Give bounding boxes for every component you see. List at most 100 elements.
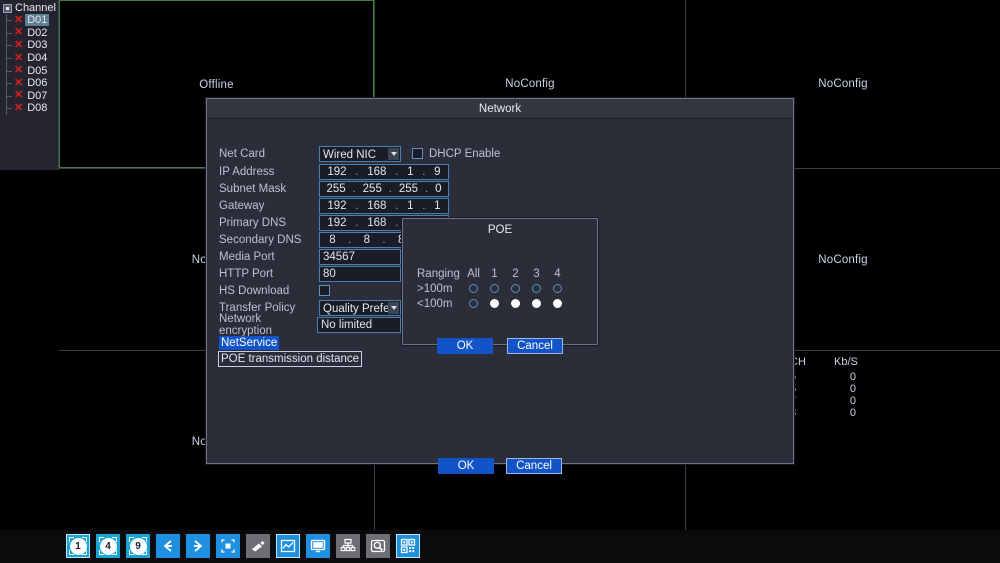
network-encryption-value: No limited	[321, 319, 372, 331]
channel-item-d03[interactable]: ✕D03	[2, 39, 58, 52]
prev-page-button[interactable]	[156, 534, 180, 558]
channel-item-d07[interactable]: ✕D07	[2, 90, 58, 103]
poe-ok-button[interactable]: OK	[437, 338, 493, 354]
bandwidth-rate: 0	[834, 371, 856, 383]
poe-radio-cell[interactable]	[463, 284, 484, 293]
channel-item-label: D04	[25, 52, 49, 64]
radio-button-icon[interactable]	[553, 299, 562, 308]
dhcp-enable-label: DHCP Enable	[429, 148, 500, 160]
network-tree-button[interactable]	[336, 534, 360, 558]
next-page-button[interactable]	[186, 534, 210, 558]
radio-button-icon[interactable]	[532, 284, 541, 293]
http-port-input[interactable]: 80	[319, 266, 401, 282]
channel-disconnected-icon: ✕	[14, 15, 23, 26]
ip-octet-3: 1	[407, 165, 413, 179]
channel-item-d08[interactable]: ✕D08	[2, 102, 58, 115]
network-cancel-button[interactable]: Cancel	[506, 458, 562, 474]
channel-item-d01[interactable]: ✕D01	[2, 14, 58, 27]
poe-cancel-button[interactable]: Cancel	[507, 338, 563, 354]
view-9-button[interactable]: 9	[126, 534, 150, 558]
view-corner-bracket	[82, 537, 87, 542]
network-encryption-input[interactable]: No limited	[317, 317, 401, 333]
ip-octet-2: 168	[367, 165, 386, 179]
bandwidth-col-rate: Kb/S	[834, 356, 856, 368]
poe-transmission-distance-link[interactable]: POE transmission distance	[218, 351, 362, 367]
gateway-input[interactable]: 192. 168. 1. 1	[319, 198, 449, 214]
transfer-policy-value: Quality Prefe	[323, 303, 389, 315]
media-port-label: Media Port	[219, 251, 319, 263]
net-card-select[interactable]: Wired NIC	[319, 146, 401, 162]
ip-dot: .	[422, 199, 425, 213]
poe-radio-cell[interactable]	[484, 299, 505, 308]
hs-download-checkbox[interactable]	[319, 285, 330, 296]
subnet-mask-row: Subnet Mask 255. 255. 255. 0	[219, 180, 449, 197]
bandwidth-table-header: CH Kb/S	[790, 356, 856, 368]
channel-disconnected-icon: ✕	[14, 103, 23, 114]
poe-radio-cell[interactable]	[547, 299, 568, 308]
channel-item-label: D02	[25, 27, 49, 39]
tree-tick	[6, 33, 12, 34]
media-port-input[interactable]: 34567	[319, 249, 401, 265]
channel-item-d02[interactable]: ✕D02	[2, 27, 58, 40]
disk-search-button[interactable]	[366, 534, 390, 558]
radio-button-icon[interactable]	[511, 299, 520, 308]
radio-button-icon[interactable]	[553, 284, 562, 293]
subnet-mask-input[interactable]: 255. 255. 255. 0	[319, 181, 449, 197]
qrcode-button[interactable]	[396, 534, 420, 558]
radio-button-icon[interactable]	[511, 284, 520, 293]
camera-ptz-button[interactable]	[246, 534, 270, 558]
ip-address-row: IP Address 192. 168. 1. 9	[219, 163, 449, 180]
poe-radio-cell[interactable]	[526, 284, 547, 293]
poe-radio-cell[interactable]	[526, 299, 547, 308]
pdns-octet-1: 192	[327, 216, 346, 230]
poe-radio-cell[interactable]	[484, 284, 505, 293]
tree-tick	[6, 20, 12, 21]
display-button[interactable]	[306, 534, 330, 558]
poe-radio-cell[interactable]	[463, 299, 484, 308]
channel-item-d05[interactable]: ✕D05	[2, 64, 58, 77]
ip-address-input[interactable]: 192. 168. 1. 9	[319, 164, 449, 180]
fullscreen-button[interactable]	[216, 534, 240, 558]
radio-button-icon[interactable]	[469, 284, 478, 293]
channel-item-label: D08	[25, 102, 49, 114]
radio-button-icon[interactable]	[490, 299, 499, 308]
channel-list-title: Channel	[15, 2, 56, 14]
collapse-icon[interactable]	[3, 4, 12, 13]
bandwidth-row: 70	[790, 395, 856, 407]
bandwidth-row: 60	[790, 383, 856, 395]
radio-button-icon[interactable]	[490, 284, 499, 293]
http-port-row: HTTP Port 80	[219, 265, 401, 282]
channel-item-d06[interactable]: ✕D06	[2, 77, 58, 90]
channel-item-d04[interactable]: ✕D04	[2, 52, 58, 65]
ip-dot: .	[382, 233, 385, 247]
app-root: Offline NoConfig NoConfig NoConfig NoCon…	[0, 0, 1000, 563]
bandwidth-table: CH Kb/S 50607080	[790, 356, 856, 419]
video-pane-label: NoConfig	[818, 78, 868, 90]
transfer-policy-select[interactable]: Quality Prefe	[319, 300, 401, 316]
fullscreen-icon	[220, 538, 236, 554]
playback-chart-button[interactable]	[276, 534, 300, 558]
poe-radio-cell[interactable]	[505, 299, 526, 308]
channel-rows: ✕D01✕D02✕D03✕D04✕D05✕D06✕D07✕D08	[2, 14, 58, 115]
network-dialog-buttons: OK Cancel	[207, 458, 793, 474]
chevron-down-icon[interactable]	[388, 302, 399, 314]
chevron-down-icon[interactable]	[388, 148, 399, 160]
poe-radio-cell[interactable]	[505, 284, 526, 293]
radio-button-icon[interactable]	[469, 299, 478, 308]
view-corner-bracket	[142, 550, 147, 555]
poe-radio-cell[interactable]	[547, 284, 568, 293]
dhcp-enable-checkbox[interactable]	[412, 148, 423, 159]
media-port-row: Media Port 34567	[219, 248, 401, 265]
gw-octet-1: 192	[327, 199, 346, 213]
channel-list-header: Channel	[2, 2, 58, 14]
view-4-button[interactable]: 4	[96, 534, 120, 558]
channel-list-panel: Channel ✕D01✕D02✕D03✕D04✕D05✕D06✕D07✕D08	[0, 0, 59, 170]
channel-disconnected-icon: ✕	[14, 40, 23, 51]
network-ok-button[interactable]: OK	[438, 458, 494, 474]
taskbar-buttons: 149	[66, 534, 420, 558]
netservice-link[interactable]: NetService	[219, 336, 279, 350]
view-1-button[interactable]: 1	[66, 534, 90, 558]
bandwidth-row: 80	[790, 407, 856, 419]
radio-button-icon[interactable]	[532, 299, 541, 308]
net-card-row: Net Card Wired NIC DHCP Enable	[219, 145, 500, 162]
